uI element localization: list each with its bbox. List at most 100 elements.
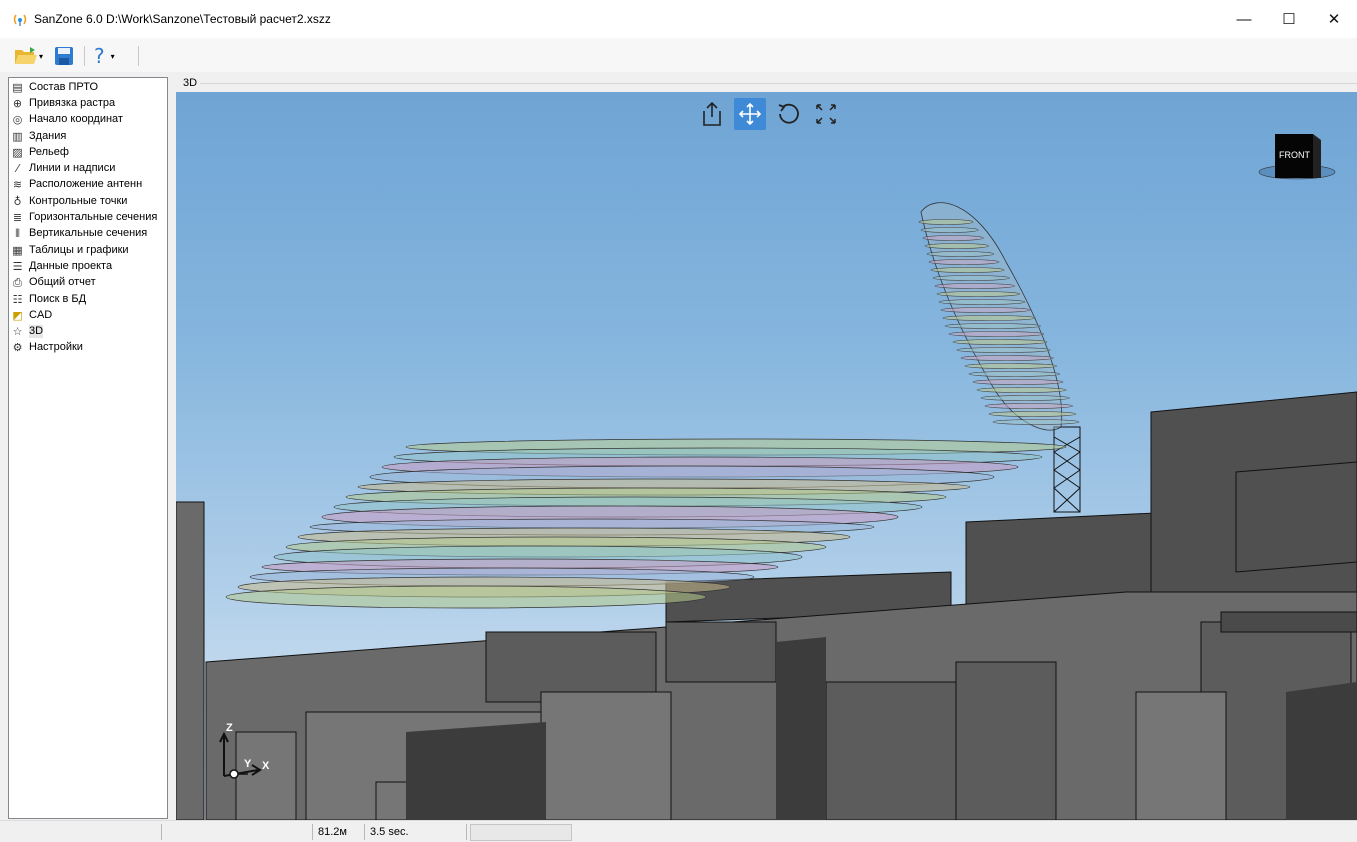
sidebar-item[interactable]: ▥ Здания — [11, 128, 167, 144]
close-button[interactable]: ✕ — [1311, 0, 1357, 38]
sidebar-item[interactable]: ⎙ Общий отчет — [11, 275, 167, 291]
sidebar-item[interactable]: ◎ Начало координат — [11, 112, 167, 128]
sidebar-item-label: Состав ПРТО — [29, 80, 99, 93]
sidebar-item[interactable]: ◩ CAD — [11, 307, 167, 323]
vertical-lobe-slice — [952, 339, 1048, 345]
sidebar-item[interactable]: ⚙ Настройки — [11, 340, 167, 356]
control-points-icon: ♁ — [13, 194, 22, 208]
antenna-icon: ≋ — [12, 178, 23, 192]
vertical-lobe-slice — [932, 275, 1010, 281]
cad-icon: ◩ — [12, 308, 23, 322]
sidebar-item-label: Данные проекта — [29, 259, 113, 272]
sidebar-item[interactable]: ♁ Контрольные точки — [11, 193, 167, 209]
vertical-lobe-slice — [960, 355, 1054, 361]
help-dropdown-arrow[interactable]: ▾ — [111, 52, 115, 61]
origin-pin-icon: ◎ — [12, 113, 23, 127]
sidebar-item-label: Рельеф — [29, 145, 69, 158]
share-export-icon — [703, 101, 721, 126]
save-button[interactable] — [54, 44, 74, 68]
progress-bar — [470, 824, 572, 841]
view-cube[interactable]: FRONT — [1257, 132, 1337, 184]
gear-icon: ⚙ — [12, 341, 23, 355]
buildings-icon: ▥ — [12, 129, 23, 143]
vertical-lobe-slice — [928, 259, 1000, 265]
title-bar: SanZone 6.0 D:\Work\Sanzone\Тестовый рас… — [0, 0, 1357, 38]
vertical-lobe-slice — [922, 235, 984, 241]
sidebar-item-label: Настройки — [29, 341, 83, 354]
sidebar-item[interactable]: ≣ Горизонтальные сечения — [11, 209, 167, 225]
status-divider — [466, 824, 467, 840]
export-button[interactable] — [696, 98, 728, 130]
move-pan-icon — [738, 102, 762, 126]
sidebar-item-label: CAD — [29, 308, 53, 321]
status-bar: 81.2м 3.5 sec. — [0, 820, 1357, 842]
axis-gizmo: Z Y X — [212, 722, 282, 792]
tab-3d[interactable]: 3D — [183, 77, 197, 89]
horizontal-sections-icon: ≣ — [12, 211, 23, 225]
sidebar-item[interactable]: ≋ Расположение антенн — [11, 177, 167, 193]
scene-canvas — [176, 202, 1357, 820]
open-button[interactable]: ▾ — [14, 44, 43, 68]
folder-open-icon — [15, 47, 37, 64]
sidebar-item[interactable]: ☆ 3D — [11, 323, 167, 339]
axis-y-label: Y — [244, 758, 252, 770]
open-dropdown-arrow[interactable]: ▾ — [39, 52, 43, 61]
vertical-lobe-slice — [918, 219, 974, 225]
vertical-lobe-slice — [926, 251, 995, 257]
pan-button[interactable] — [734, 98, 766, 130]
sidebar-item-label: Привязка растра — [29, 96, 116, 109]
vertical-lobe-slice — [992, 419, 1080, 425]
cube-face-label: FRONT — [1279, 150, 1310, 160]
status-time: 3.5 sec. — [370, 825, 409, 838]
sidebar-item[interactable]: ☷ Поиск в БД — [11, 291, 167, 307]
list-icon: ☰ — [12, 259, 23, 273]
minimize-button[interactable]: — — [1221, 0, 1267, 38]
viewport-toolbar — [696, 98, 842, 130]
app-logo-icon — [13, 14, 27, 26]
help-button[interactable]: ? ▾ — [94, 44, 115, 68]
vertical-lobe-slice — [940, 307, 1031, 313]
status-distance: 81.2м — [318, 825, 347, 838]
vertical-lobe-slice — [934, 283, 1015, 289]
sidebar-item-label: Линии и надписи — [29, 162, 116, 175]
sidebar-item-label: Вертикальные сечения — [29, 227, 148, 240]
vertical-lobe-slice — [936, 291, 1021, 297]
3d-viewport[interactable]: FRONT Z Y X — [176, 92, 1357, 820]
sidebar-item-label: Таблицы и графики — [29, 243, 129, 256]
sidebar-item[interactable]: ▨ Рельеф — [11, 144, 167, 160]
vertical-lobe-slice — [976, 387, 1067, 393]
sidebar-item[interactable]: ⦀ Вертикальные сечения — [11, 226, 167, 242]
status-divider — [312, 824, 313, 840]
sidebar-item-label: Расположение антенн — [29, 178, 143, 191]
expand-icon — [816, 104, 836, 124]
rotate-button[interactable] — [772, 98, 804, 130]
sidebar-item-label: Начало координат — [29, 113, 123, 126]
sidebar-item-label: 3D — [29, 325, 44, 339]
tab-divider — [200, 83, 1357, 84]
navigation-sidebar: ▤ Состав ПРТО ⊕ Привязка растра ◎ Начало коор… — [8, 77, 168, 819]
vertical-lobe-slice — [938, 299, 1026, 305]
vertical-lobe-slice — [968, 371, 1061, 377]
vertical-lobe-slice — [980, 395, 1070, 401]
sidebar-item[interactable]: ▦ Таблицы и графики — [11, 242, 167, 258]
printer-icon: ⎙ — [13, 276, 22, 290]
vertical-lobe-slice — [956, 347, 1051, 353]
vertical-lobe-slice — [944, 323, 1041, 329]
window-title: SanZone 6.0 D:\Work\Sanzone\Тестовый рас… — [34, 12, 331, 26]
composition-icon: ▤ — [12, 80, 23, 94]
vertical-lobe-slice — [972, 379, 1064, 385]
status-divider — [161, 824, 162, 840]
table-icon: ▦ — [12, 243, 23, 257]
3d-icon: ☆ — [12, 325, 23, 339]
sidebar-item-label: Общий отчет — [29, 276, 96, 289]
sidebar-item[interactable]: ▤ Состав ПРТО — [11, 79, 167, 95]
sidebar-item[interactable]: ⁄ Линии и надписи — [11, 160, 167, 176]
sidebar-item[interactable]: ☰ Данные проекта — [11, 258, 167, 274]
sidebar-item-label: Контрольные точки — [29, 194, 128, 207]
fullscreen-button[interactable] — [810, 98, 842, 130]
maximize-button[interactable]: ☐ — [1266, 0, 1312, 38]
sidebar-item[interactable]: ⊕ Привязка растра — [11, 95, 167, 111]
raster-binding-icon: ⊕ — [12, 96, 23, 110]
vertical-lobe-slice — [948, 331, 1045, 337]
lines-icon: ⁄ — [16, 162, 19, 176]
